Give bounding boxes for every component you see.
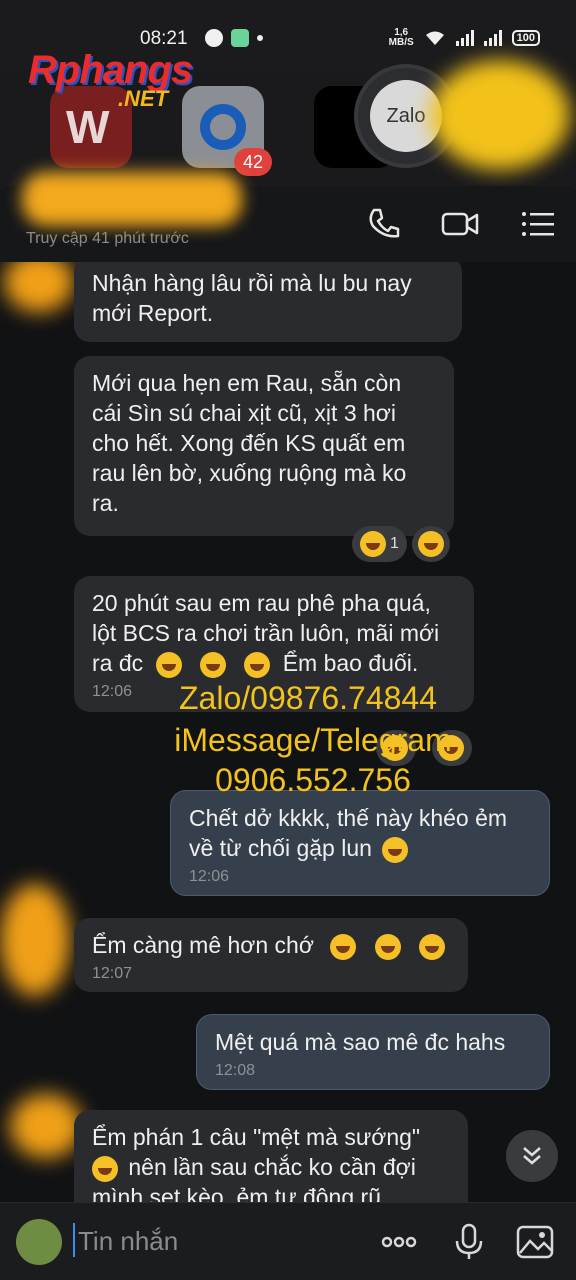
overlay-contact-line-1: Zalo/09876.74844: [179, 680, 437, 716]
signal-2-icon: [483, 30, 502, 46]
reaction-badge[interactable]: 1: [352, 526, 407, 562]
status-time: 08:21: [140, 28, 188, 49]
sticker-button[interactable]: [16, 1219, 62, 1265]
network-speed: 1,6 MB/S: [388, 27, 414, 48]
laughing-emoji-icon: [155, 651, 182, 678]
message-bubble-incoming[interactable]: Ểm phán 1 câu "mệt mà sướng" nên lần sau…: [74, 1110, 468, 1202]
message-bubble-incoming[interactable]: Nhận hàng lâu rồi mà lu bu nay mới Repor…: [74, 262, 462, 342]
grinning-emoji-icon: [382, 836, 409, 863]
message-time: 12:06: [189, 868, 230, 885]
microphone-icon[interactable]: [448, 1221, 490, 1263]
laughing-emoji-icon: [244, 651, 271, 678]
overlay-contact-line-2: iMessage/Telegram: [174, 722, 452, 758]
message-time: 12:08: [215, 1062, 256, 1079]
add-reaction-button[interactable]: [412, 526, 450, 562]
more-options-icon[interactable]: [378, 1221, 420, 1263]
app-notification-icon: [231, 29, 249, 47]
laughing-emoji-icon: [418, 531, 444, 557]
laughing-emoji-icon: [360, 531, 386, 557]
text-caret: [73, 1223, 75, 1257]
message-bubble-incoming[interactable]: Ểm càng mê hơn chớ 12:07: [74, 918, 468, 992]
grinning-emoji-icon: [374, 933, 401, 960]
double-chevron-down-icon: [523, 1147, 541, 1165]
battery-icon: 100: [511, 30, 540, 46]
menu-list-icon[interactable]: [518, 204, 558, 244]
wifi-icon: [425, 31, 444, 45]
message-time: 12:07: [92, 965, 133, 982]
voice-call-icon[interactable]: [364, 204, 404, 244]
grinning-emoji-icon: [92, 1155, 118, 1182]
image-gallery-icon[interactable]: [514, 1221, 556, 1263]
redacted-avatar-blur: [4, 262, 74, 312]
status-right-icons: 1,6 MB/S 100: [389, 28, 540, 48]
video-call-icon[interactable]: [440, 204, 480, 244]
redacted-avatar-blur: [0, 884, 70, 996]
overlay-contact-line-3: 0906.552.756: [215, 762, 411, 798]
grinning-emoji-icon: [330, 933, 357, 960]
redacted-avatar-blur: [430, 60, 570, 170]
message-bubble-outgoing[interactable]: Chết dở kkkk, thế này khéo ẻm về từ chối…: [170, 790, 550, 896]
watermark-logo-suffix: .NET: [118, 86, 169, 111]
signal-1-icon: [455, 30, 474, 46]
message-input-bar: [0, 1202, 576, 1280]
scroll-to-bottom-button[interactable]: [506, 1130, 558, 1182]
redacted-avatar-blur: [10, 1094, 82, 1158]
messenger-icon: [205, 29, 223, 47]
message-bubble-outgoing[interactable]: Mệt quá mà sao mê đc hahs 12:08: [196, 1014, 550, 1090]
status-notification-icons: [205, 29, 263, 47]
notification-badge: 42: [234, 148, 272, 176]
message-bubble-incoming[interactable]: Mới qua hẹn em Rau, sẵn còn cái Sìn sú c…: [74, 356, 454, 536]
last-seen-status: Truy cập 41 phút trước: [26, 230, 189, 247]
message-input[interactable]: [78, 1221, 328, 1261]
grinning-emoji-icon: [419, 933, 446, 960]
more-notifications-dot-icon: [257, 35, 263, 41]
laughing-emoji-icon: [199, 651, 226, 678]
redacted-contact-name-blur: [22, 172, 242, 226]
